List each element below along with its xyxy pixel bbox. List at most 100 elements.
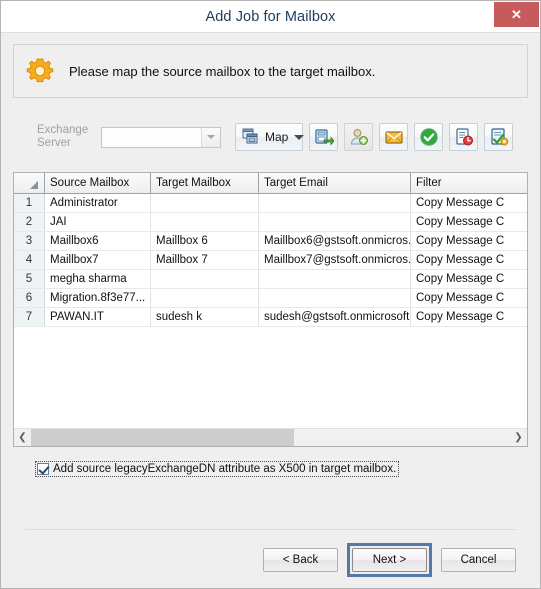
cancel-button[interactable]: Cancel (441, 548, 516, 572)
window-title: Add Job for Mailbox (205, 8, 336, 25)
dialog-body: Please map the source mailbox to the tar… (1, 32, 540, 588)
title-bar: Add Job for Mailbox ✕ (1, 1, 540, 32)
cell-source-mailbox[interactable]: Administrator (44, 193, 151, 213)
cell-target-mailbox[interactable]: sudesh k (150, 307, 259, 327)
gear-icon (25, 56, 55, 86)
cell-target-mailbox[interactable]: Maillbox 7 (150, 250, 259, 270)
map-button-label: Map (265, 130, 289, 144)
select-all-corner[interactable] (14, 173, 45, 194)
schedule-report-button[interactable] (449, 123, 478, 151)
table-row[interactable]: 2 JAI Copy Message C (14, 212, 527, 232)
cell-target-email[interactable] (258, 288, 411, 308)
next-button-focus-ring: Next > (347, 543, 432, 577)
table-row[interactable]: 7 PAWAN.IT sudesh k sudesh@gstsoft.onmic… (14, 307, 527, 327)
checkbox-indicator[interactable] (37, 463, 49, 475)
back-button-label: < Back (282, 554, 319, 566)
cell-source-mailbox[interactable]: megha sharma (44, 269, 151, 289)
import-export-icon (314, 127, 334, 147)
cell-source-mailbox[interactable]: JAI (44, 212, 151, 232)
row-number[interactable]: 7 (14, 307, 45, 327)
cell-target-email[interactable]: Maillbox6@gstsoft.onmicros... (258, 231, 411, 251)
cell-filter[interactable]: Copy Message C (410, 193, 527, 213)
cell-source-mailbox[interactable]: Maillbox7 (44, 250, 151, 270)
table-row[interactable]: 1 Administrator Copy Message C (14, 193, 527, 213)
cell-source-mailbox[interactable]: Maillbox6 (44, 231, 151, 251)
add-user-icon (349, 127, 369, 147)
cell-target-mailbox[interactable] (150, 212, 259, 232)
cell-filter[interactable]: Copy Message C (410, 231, 527, 251)
mapping-table: Source Mailbox Target Mailbox Target Ema… (14, 173, 527, 327)
verify-document-button[interactable] (484, 123, 513, 151)
close-button[interactable]: ✕ (494, 2, 539, 27)
table-row[interactable]: 3 Maillbox6 Maillbox 6 Maillbox6@gstsoft… (14, 231, 527, 251)
map-button[interactable]: Map (235, 123, 305, 151)
table-body: 1 Administrator Copy Message C 2 JAI Cop… (14, 193, 527, 327)
row-number[interactable]: 2 (14, 212, 45, 232)
table-header-row: Source Mailbox Target Mailbox Target Ema… (14, 173, 527, 194)
column-header-source-mailbox[interactable]: Source Mailbox (44, 173, 151, 194)
column-header-filter[interactable]: Filter (410, 173, 527, 194)
row-number[interactable]: 4 (14, 250, 45, 270)
cell-target-mailbox[interactable]: Maillbox 6 (150, 231, 259, 251)
dialog-footer: < Back Next > Cancel (1, 529, 540, 588)
exchange-server-label-line1: Exchange (37, 124, 89, 136)
add-user-button[interactable] (344, 123, 373, 151)
next-button[interactable]: Next > (352, 548, 427, 572)
chevron-down-icon[interactable] (201, 127, 220, 147)
horizontal-scrollbar[interactable]: ❮ ❯ (14, 428, 527, 446)
exchange-server-label-line2: Server (37, 137, 71, 149)
grid-viewport: Source Mailbox Target Mailbox Target Ema… (14, 173, 527, 428)
exchange-server-combobox[interactable] (101, 126, 221, 148)
cell-filter[interactable]: Copy Message C (410, 269, 527, 289)
triangle-icon (30, 181, 38, 189)
scroll-right-icon[interactable]: ❯ (510, 429, 527, 446)
instruction-banner: Please map the source mailbox to the tar… (13, 44, 528, 98)
column-header-target-email[interactable]: Target Email (258, 173, 411, 194)
validate-document-icon (489, 127, 509, 147)
cell-target-mailbox[interactable] (150, 288, 259, 308)
cell-source-mailbox[interactable]: Migration.8f3e77... (44, 288, 151, 308)
table-row[interactable]: 5 megha sharma Copy Message C (14, 269, 527, 289)
table-row[interactable]: 4 Maillbox7 Maillbox 7 Maillbox7@gstsoft… (14, 250, 527, 270)
cell-filter[interactable]: Copy Message C (410, 288, 527, 308)
exchange-server-label: Exchange Server (37, 124, 95, 150)
row-number[interactable]: 6 (14, 288, 45, 308)
map-windows-icon (241, 127, 261, 147)
table-row[interactable]: 6 Migration.8f3e77... Copy Message C (14, 288, 527, 308)
cell-target-mailbox[interactable] (150, 193, 259, 213)
report-clock-icon (454, 127, 474, 147)
scrollbar-thumb[interactable] (31, 429, 295, 446)
cell-target-mailbox[interactable] (150, 269, 259, 289)
cancel-button-label: Cancel (460, 554, 497, 566)
mail-button[interactable] (379, 123, 408, 151)
validate-button[interactable] (414, 123, 443, 151)
legacy-dn-checkbox[interactable]: Add source legacyExchangeDN attribute as… (35, 461, 400, 477)
cell-target-email[interactable] (258, 269, 411, 289)
envelope-icon (384, 127, 404, 147)
cell-target-email[interactable] (258, 212, 411, 232)
button-row: < Back Next > Cancel (13, 543, 528, 577)
green-check-icon (419, 127, 439, 147)
legacy-dn-checkbox-label: Add source legacyExchangeDN attribute as… (53, 463, 397, 475)
banner-message: Please map the source mailbox to the tar… (69, 63, 376, 79)
cell-filter[interactable]: Copy Message C (410, 307, 527, 327)
row-number[interactable]: 3 (14, 231, 45, 251)
close-icon: ✕ (511, 7, 522, 22)
cell-target-email[interactable]: sudesh@gstsoft.onmicrosoft... (258, 307, 411, 327)
add-job-dialog: Add Job for Mailbox ✕ Please map the sou… (0, 0, 541, 589)
import-export-button[interactable] (309, 123, 338, 151)
back-button[interactable]: < Back (263, 548, 338, 572)
cell-source-mailbox[interactable]: PAWAN.IT (44, 307, 151, 327)
row-number[interactable]: 5 (14, 269, 45, 289)
chevron-down-icon (294, 134, 305, 140)
cell-filter[interactable]: Copy Message C (410, 212, 527, 232)
column-header-target-mailbox[interactable]: Target Mailbox (150, 173, 259, 194)
scroll-left-icon[interactable]: ❮ (14, 429, 31, 446)
footer-separator (25, 529, 516, 530)
mailbox-mapping-grid: Source Mailbox Target Mailbox Target Ema… (13, 172, 528, 447)
scrollbar-track[interactable] (31, 429, 510, 446)
cell-target-email[interactable]: Maillbox7@gstsoft.onmicros... (258, 250, 411, 270)
cell-filter[interactable]: Copy Message C (410, 250, 527, 270)
row-number[interactable]: 1 (14, 193, 45, 213)
cell-target-email[interactable] (258, 193, 411, 213)
